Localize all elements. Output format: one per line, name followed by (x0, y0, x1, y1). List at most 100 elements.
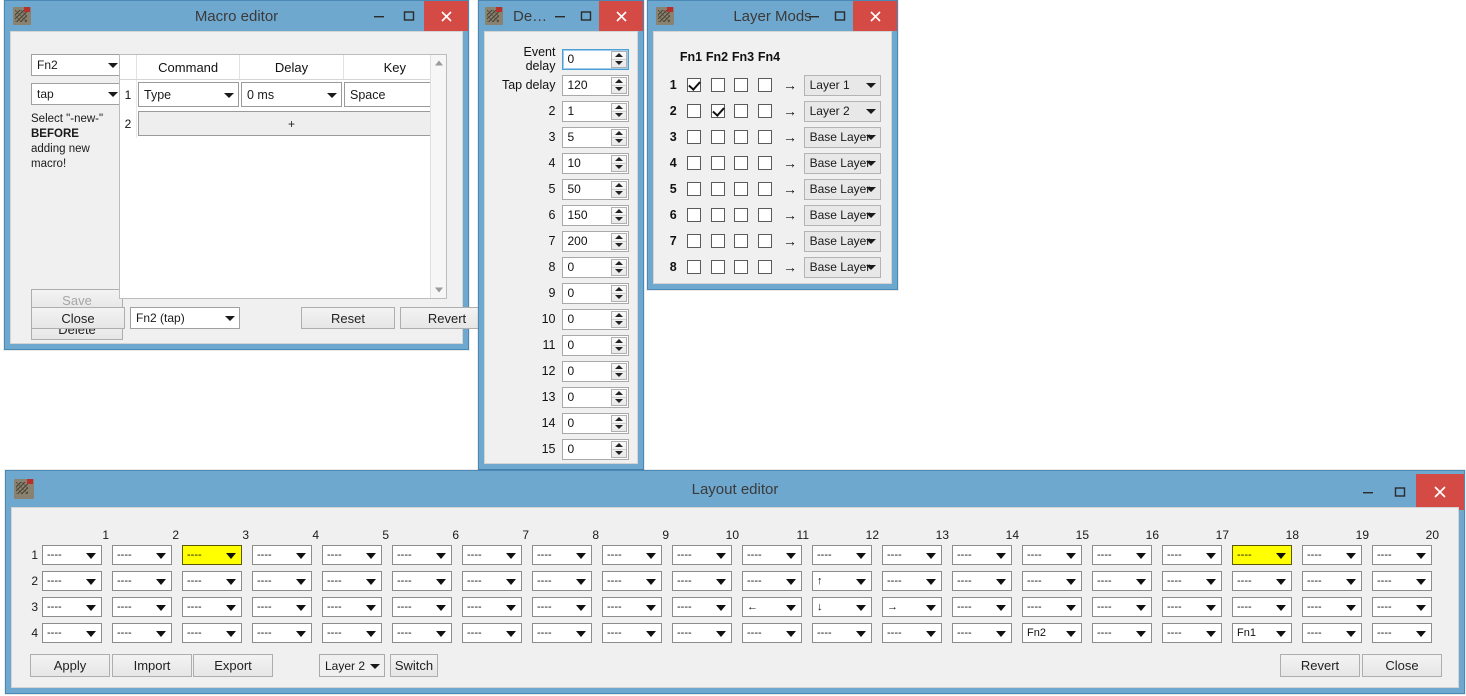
layout-key-select[interactable]: ---- (392, 545, 452, 565)
layer-mods-checkbox[interactable] (758, 156, 772, 170)
spinner-down-icon[interactable] (612, 242, 626, 249)
layout-key-select[interactable]: ---- (882, 571, 942, 591)
delay-titlebar[interactable]: De… (479, 1, 643, 31)
close-icon[interactable] (853, 1, 897, 31)
maximize-icon[interactable] (573, 1, 599, 31)
layout-key-select[interactable]: ---- (1092, 623, 1152, 643)
layout-revert-button[interactable]: Revert (1280, 654, 1360, 677)
delay-row-spinner[interactable]: 0 (562, 413, 629, 434)
spinner-up-icon[interactable] (612, 390, 626, 398)
layer-mods-checkbox[interactable] (711, 104, 725, 118)
macro-reset-button[interactable]: Reset (301, 307, 395, 329)
layout-key-select[interactable]: ---- (1022, 571, 1082, 591)
delay-row-spinner[interactable]: 0 (562, 387, 629, 408)
layout-key-select[interactable]: ---- (1092, 545, 1152, 565)
macro-add-row-button[interactable]: + (138, 111, 445, 136)
macro-fn-select[interactable]: Fn2 (31, 54, 123, 76)
layer-mods-checkbox[interactable] (734, 156, 748, 170)
maximize-icon[interactable] (394, 1, 424, 31)
spinner-up-icon[interactable] (612, 52, 626, 60)
maximize-icon[interactable] (827, 1, 853, 31)
layout-key-select[interactable]: ---- (1372, 597, 1432, 617)
delay-row-spinner[interactable]: 0 (562, 335, 629, 356)
layout-key-select[interactable]: ---- (1092, 597, 1152, 617)
layout-key-select[interactable]: ---- (1302, 571, 1362, 591)
scroll-up-icon[interactable] (431, 55, 446, 71)
layout-key-select[interactable]: ---- (742, 623, 802, 643)
layout-key-select[interactable]: ---- (532, 545, 592, 565)
macro-delay-select[interactable]: 0 ms (241, 82, 342, 107)
layer-mods-checkbox[interactable] (734, 130, 748, 144)
close-icon[interactable] (599, 1, 643, 31)
import-button[interactable]: Import (112, 654, 192, 677)
layout-key-select[interactable]: ---- (602, 623, 662, 643)
layer-mods-checkbox[interactable] (758, 78, 772, 92)
layout-key-select[interactable]: ---- (112, 545, 172, 565)
layout-key-select[interactable]: ---- (1302, 623, 1362, 643)
layout-key-select[interactable]: ---- (252, 597, 312, 617)
layout-key-select[interactable]: ---- (672, 623, 732, 643)
layer-mods-checkbox[interactable] (687, 182, 701, 196)
minimize-icon[interactable] (364, 1, 394, 31)
layout-key-select[interactable]: ---- (462, 597, 522, 617)
spinner-buttons[interactable] (611, 441, 627, 458)
layout-key-select[interactable]: ---- (1162, 571, 1222, 591)
layout-key-select[interactable]: ---- (882, 545, 942, 565)
layout-key-select[interactable]: ---- (42, 571, 102, 591)
spinner-down-icon[interactable] (612, 60, 626, 67)
layout-key-select[interactable]: ---- (952, 545, 1012, 565)
layer-mods-checkbox[interactable] (758, 182, 772, 196)
layer-mods-checkbox[interactable] (687, 208, 701, 222)
layout-key-select[interactable]: ---- (392, 597, 452, 617)
spinner-up-icon[interactable] (612, 312, 626, 320)
spinner-up-icon[interactable] (612, 260, 626, 268)
minimize-icon[interactable] (547, 1, 573, 31)
layer-mods-layer-select[interactable]: Base Layer (804, 205, 881, 226)
switch-button[interactable]: Switch (390, 654, 438, 677)
layout-key-select[interactable]: ---- (602, 545, 662, 565)
spinner-buttons[interactable] (611, 181, 627, 198)
layer-mods-checkbox[interactable] (711, 156, 725, 170)
spinner-down-icon[interactable] (612, 138, 626, 145)
layout-key-select[interactable]: ---- (182, 597, 242, 617)
spinner-buttons[interactable] (611, 155, 627, 172)
layout-key-select[interactable]: ---- (1092, 571, 1152, 591)
spinner-buttons[interactable] (611, 311, 627, 328)
spinner-down-icon[interactable] (612, 112, 626, 119)
layout-key-select[interactable]: ---- (392, 571, 452, 591)
layer-mods-layer-select[interactable]: Layer 1 (804, 75, 881, 96)
layer-mods-checkbox[interactable] (734, 260, 748, 274)
layout-key-select[interactable]: ---- (182, 545, 242, 565)
layout-close-button[interactable]: Close (1362, 654, 1442, 677)
layout-key-select[interactable]: ---- (1162, 597, 1222, 617)
layout-key-select[interactable]: ---- (672, 545, 732, 565)
layout-key-select[interactable]: ---- (42, 597, 102, 617)
layout-key-select[interactable]: ---- (252, 545, 312, 565)
layout-key-select[interactable]: ---- (1372, 623, 1432, 643)
spinner-buttons[interactable] (611, 285, 627, 302)
layer-mods-checkbox[interactable] (734, 234, 748, 248)
spinner-buttons[interactable] (611, 337, 627, 354)
scroll-down-icon[interactable] (431, 282, 446, 298)
layout-key-select[interactable]: → (882, 597, 942, 617)
spinner-up-icon[interactable] (612, 182, 626, 190)
layout-key-select[interactable]: ↓ (812, 597, 872, 617)
layout-key-select[interactable]: ---- (742, 571, 802, 591)
layout-key-select[interactable]: ---- (252, 571, 312, 591)
layout-key-select[interactable]: ---- (952, 571, 1012, 591)
delay-row-spinner[interactable]: 5 (562, 127, 629, 148)
macro-command-select[interactable]: Type (138, 82, 239, 107)
layout-key-select[interactable]: ---- (322, 571, 382, 591)
layer-mods-layer-select[interactable]: Base Layer (804, 179, 881, 200)
spinner-up-icon[interactable] (612, 104, 626, 112)
layer-mods-checkbox[interactable] (711, 78, 725, 92)
layer-select[interactable]: Layer 2 (319, 654, 385, 677)
spinner-down-icon[interactable] (612, 268, 626, 275)
layout-key-select[interactable]: ---- (112, 623, 172, 643)
layout-key-select[interactable]: ---- (812, 545, 872, 565)
export-button[interactable]: Export (193, 654, 273, 677)
layout-key-select[interactable]: ---- (1232, 571, 1292, 591)
macro-select[interactable]: Fn2 (tap) (130, 307, 240, 329)
spinner-down-icon[interactable] (612, 86, 626, 93)
macro-editor-titlebar[interactable]: Macro editor (5, 1, 468, 31)
